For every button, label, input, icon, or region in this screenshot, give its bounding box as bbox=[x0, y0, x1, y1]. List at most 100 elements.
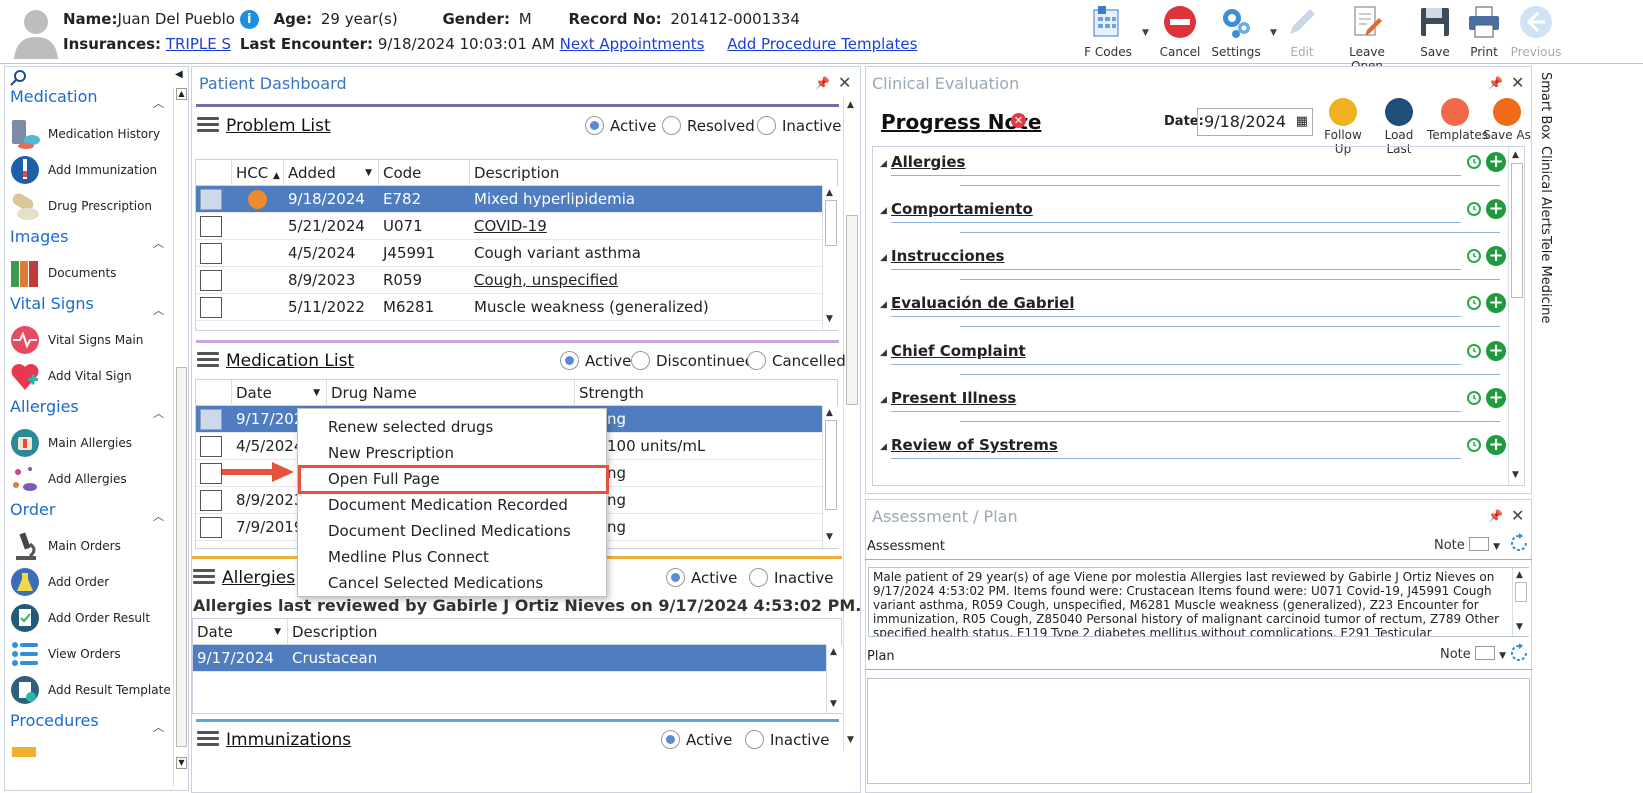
settings-button[interactable]: Settings bbox=[1204, 4, 1268, 60]
row-checkbox[interactable] bbox=[200, 270, 222, 291]
scroll-up-icon[interactable]: ▲ bbox=[826, 408, 833, 418]
note-section-allergies[interactable]: ◢ Allergies + bbox=[880, 151, 1510, 191]
problem-active-radio[interactable]: Active bbox=[585, 116, 656, 135]
scroll-up-icon[interactable]: ▲ bbox=[826, 188, 833, 198]
calendar-icon[interactable]: ▦ bbox=[1296, 109, 1308, 135]
scroll-thumb[interactable] bbox=[846, 215, 858, 405]
nav-section-allergies[interactable]: Allergies bbox=[10, 397, 79, 416]
scroll-down-icon[interactable]: ▼ bbox=[1516, 622, 1523, 632]
medication-cancelled-radio[interactable]: Cancelled bbox=[747, 351, 846, 370]
note-section-review-of-systems[interactable]: ◢ Review of Systrems + bbox=[880, 434, 1510, 474]
insurance-link[interactable]: TRIPLE S bbox=[166, 35, 231, 53]
plan-textarea[interactable] bbox=[867, 678, 1530, 784]
note-sections-scrollbar[interactable]: ▲ ▼ bbox=[1508, 147, 1524, 485]
menu-item-renew-selected-drugs[interactable]: Renew selected drugs bbox=[328, 418, 493, 436]
col-date[interactable]: Date ▼ bbox=[232, 380, 327, 406]
alarm-clock-icon[interactable] bbox=[1466, 436, 1482, 452]
fcodes-button[interactable]: F Codes bbox=[1076, 4, 1140, 60]
add-procedure-templates-link[interactable]: Add Procedure Templates bbox=[727, 35, 917, 53]
menu-item-document-declined-medications[interactable]: Document Declined Medications bbox=[328, 522, 571, 540]
note-caret-icon[interactable]: ▼ bbox=[1493, 542, 1500, 552]
expand-icon[interactable]: ◢ bbox=[880, 206, 887, 216]
assessment-textarea[interactable]: Male patient of 29 year(s) of age Viene … bbox=[868, 567, 1529, 637]
allergies-menu-icon[interactable] bbox=[193, 569, 215, 585]
menu-item-new-prescription[interactable]: New Prescription bbox=[328, 444, 454, 462]
tab-tele-medicine[interactable]: Tele Medicine bbox=[1538, 236, 1553, 324]
save-as-button[interactable]: Save As bbox=[1479, 98, 1535, 142]
section-title[interactable]: Comportamiento bbox=[891, 200, 1033, 218]
chevron-up-icon[interactable]: ︿ bbox=[153, 235, 164, 251]
row-checkbox[interactable] bbox=[200, 517, 222, 538]
cancel-button[interactable]: Cancel bbox=[1148, 4, 1212, 60]
chevron-up-icon[interactable]: ︿ bbox=[153, 719, 164, 735]
immunizations-active-radio[interactable]: Active bbox=[661, 730, 732, 749]
assessment-note-button[interactable]: Note ▼ bbox=[1434, 537, 1500, 553]
section-title[interactable]: Allergies bbox=[891, 153, 965, 171]
cell-description-link[interactable]: Cough, unspecified bbox=[470, 267, 618, 294]
alarm-clock-icon[interactable] bbox=[1466, 342, 1482, 358]
scroll-down-icon[interactable]: ▼ bbox=[847, 735, 854, 745]
scroll-up-icon[interactable]: ▲ bbox=[830, 647, 837, 657]
problem-grid-scrollbar[interactable]: ▲ ▼ bbox=[822, 186, 839, 330]
filter-caret-icon[interactable]: ▼ bbox=[313, 380, 320, 406]
nav-add-order-result[interactable]: Add Order Result bbox=[10, 602, 180, 634]
problem-inactive-radio[interactable]: Inactive bbox=[757, 116, 842, 135]
add-icon[interactable]: + bbox=[1486, 152, 1506, 172]
table-row[interactable]: 9/17/2024 Crustacean bbox=[193, 645, 826, 672]
close-icon[interactable]: ✕ bbox=[838, 73, 851, 92]
row-checkbox[interactable] bbox=[200, 297, 222, 318]
scroll-down-icon[interactable]: ▼ bbox=[826, 532, 833, 542]
plan-note-button[interactable]: Note ▼ bbox=[1440, 646, 1506, 662]
note-date-input[interactable]: 9/18/2024 ▦ bbox=[1197, 108, 1313, 136]
immunizations-title[interactable]: Immunizations bbox=[226, 730, 351, 750]
add-icon[interactable]: + bbox=[1486, 246, 1506, 266]
expand-icon[interactable]: ◢ bbox=[880, 348, 887, 358]
alarm-clock-icon[interactable] bbox=[1466, 247, 1482, 263]
immunizations-menu-icon[interactable] bbox=[197, 731, 219, 747]
filter-caret-icon[interactable]: ▼ bbox=[274, 619, 281, 645]
expand-icon[interactable]: ◢ bbox=[880, 159, 887, 169]
col-hcc[interactable]: HCC ▲ bbox=[232, 160, 284, 186]
col-description[interactable]: Description bbox=[470, 160, 822, 186]
medication-grid-scrollbar[interactable]: ▲ ▼ bbox=[822, 406, 839, 548]
nav-drug-prescription[interactable]: Drug Prescription bbox=[10, 190, 180, 222]
col-description[interactable]: Description bbox=[288, 619, 826, 645]
nav-section-procedures[interactable]: Procedures bbox=[10, 711, 99, 730]
row-checkbox[interactable] bbox=[200, 436, 222, 457]
expand-icon[interactable]: ◢ bbox=[880, 253, 887, 263]
scroll-up-icon[interactable]: ▲ bbox=[1512, 150, 1519, 160]
allergies-active-radio[interactable]: Active bbox=[666, 568, 737, 587]
immunizations-inactive-radio[interactable]: Inactive bbox=[745, 730, 830, 749]
dashboard-scrollbar[interactable]: ▲ ▼ bbox=[843, 98, 860, 750]
note-section-instrucciones[interactable]: ◢ Instrucciones + bbox=[880, 245, 1510, 285]
scroll-down-icon[interactable]: ▼ bbox=[830, 699, 837, 709]
nav-medication-history[interactable]: Medication History bbox=[10, 118, 180, 150]
menu-item-medline-plus-connect[interactable]: Medline Plus Connect bbox=[328, 548, 489, 566]
refresh-icon[interactable] bbox=[1508, 642, 1530, 664]
section-title[interactable]: Review of Systrems bbox=[891, 436, 1058, 454]
section-title[interactable]: Chief Complaint bbox=[891, 342, 1026, 360]
leave-open-button[interactable]: Leave Open bbox=[1335, 4, 1399, 73]
row-checkbox[interactable] bbox=[200, 463, 222, 484]
expand-icon[interactable]: ◢ bbox=[880, 395, 887, 405]
medication-discontinued-radio[interactable]: Discontinued bbox=[631, 351, 754, 370]
add-icon[interactable]: + bbox=[1486, 341, 1506, 361]
search-icon[interactable] bbox=[10, 69, 28, 87]
allergies-inactive-radio[interactable]: Inactive bbox=[749, 568, 834, 587]
pin-icon[interactable]: 📌 bbox=[815, 76, 830, 90]
nav-section-medication[interactable]: Medication bbox=[10, 87, 98, 106]
alarm-clock-icon[interactable] bbox=[1466, 153, 1482, 169]
problem-resolved-radio[interactable]: Resolved bbox=[662, 116, 755, 135]
row-checkbox[interactable] bbox=[200, 490, 222, 511]
nav-documents[interactable]: Documents bbox=[10, 257, 180, 289]
scroll-down-icon[interactable]: ▼ bbox=[1512, 470, 1519, 480]
add-icon[interactable]: + bbox=[1486, 435, 1506, 455]
pin-icon[interactable]: 📌 bbox=[1488, 509, 1503, 523]
col-added[interactable]: Added ▼ bbox=[284, 160, 379, 186]
scroll-up-icon[interactable]: ▲ bbox=[847, 100, 854, 110]
nav-vital-signs-main[interactable]: Vital Signs Main bbox=[10, 324, 180, 356]
table-row[interactable]: 4/5/2024 J45991 Cough variant asthma bbox=[196, 240, 822, 267]
next-appointments-link[interactable]: Next Appointments bbox=[560, 35, 705, 53]
section-title[interactable]: Present Illness bbox=[891, 389, 1016, 407]
nav-main-allergies[interactable]: Main Allergies bbox=[10, 427, 180, 459]
